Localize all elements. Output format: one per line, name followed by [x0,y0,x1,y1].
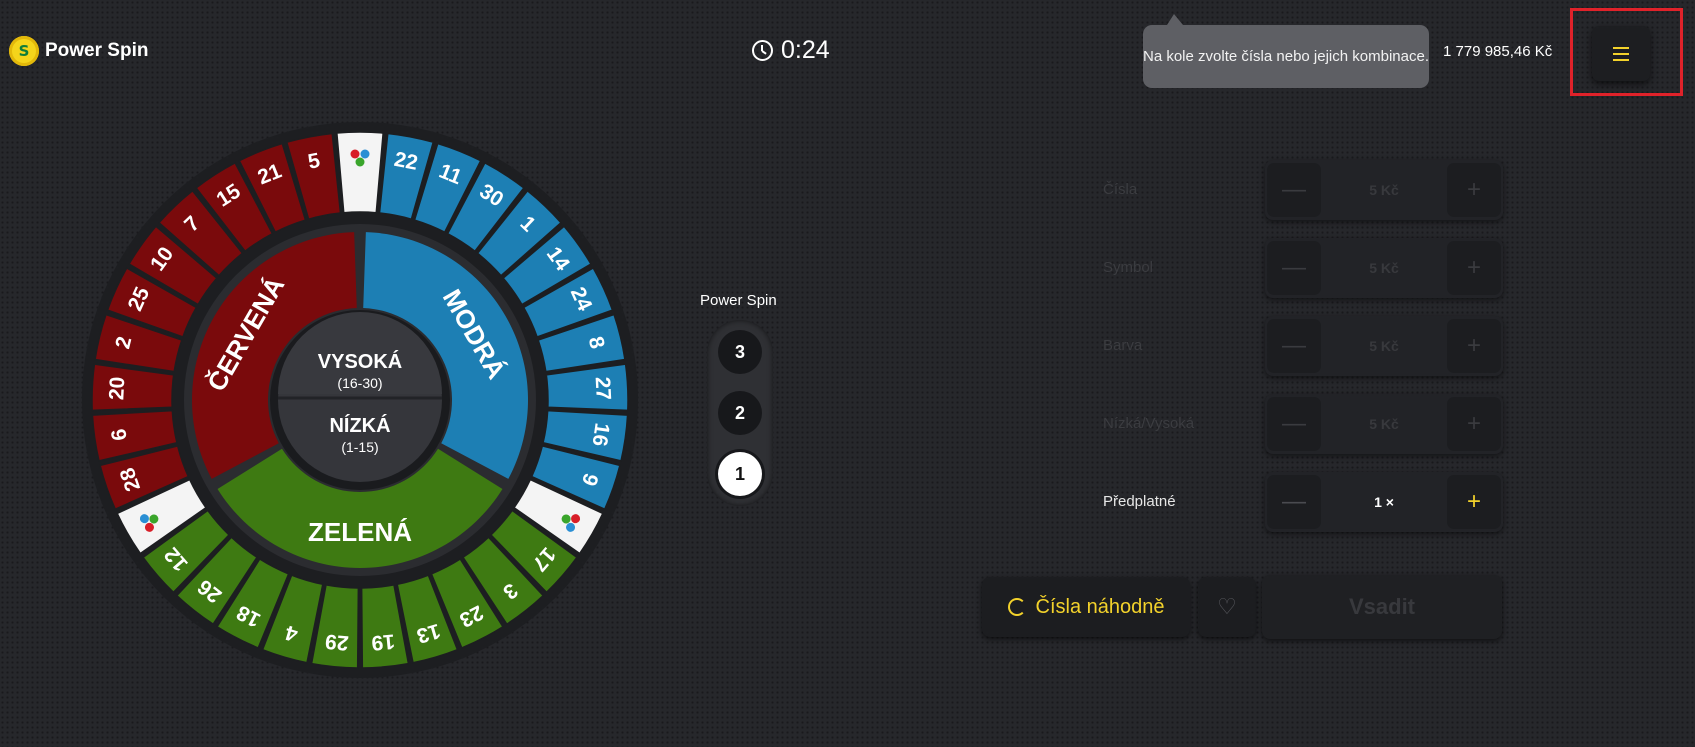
timer-value: 0:24 [781,36,830,64]
random-numbers-button[interactable]: Čísla náhodně [982,577,1190,637]
low-high-minus-button[interactable]: — [1267,397,1321,451]
low-high-plus-button[interactable]: + [1447,397,1501,451]
bet-label-numbers: Čísla [1103,181,1138,198]
color-value: 5 Kč [1369,338,1399,354]
numbers-plus-button[interactable]: + [1447,163,1501,217]
refresh-icon [1007,598,1026,616]
subscription-stepper: — 1 × + [1265,472,1503,532]
number-label: 29 [324,629,349,654]
number-label: 22 [392,148,419,175]
heart-icon: ♡ [1217,594,1237,619]
balance: 1 779 985,46 Kč [1443,43,1553,60]
numbers-minus-button[interactable]: — [1267,163,1321,217]
bet-label-subscription: Předplatné [1103,493,1176,510]
power-spin-option-3[interactable]: 3 [718,330,762,374]
favorite-button[interactable]: ♡ [1198,577,1256,637]
power-spin-option-2[interactable]: 2 [718,391,762,435]
subscription-value: 1 × [1374,494,1394,510]
symbol-stepper: — 5 Kč + [1265,238,1503,298]
bet-row-numbers: Čísla — 5 Kč + [1103,160,1503,220]
bet-label-symbol: Symbol [1103,259,1154,276]
cell-background [336,131,384,214]
place-bet-button[interactable]: Vsadit [1262,575,1502,639]
menu-button[interactable] [1592,26,1650,81]
low-label: NÍZKÁ [329,414,390,437]
symbol-cell[interactable] [336,131,384,214]
clock-icon [752,40,773,61]
subscription-minus-button[interactable]: — [1267,475,1321,529]
symbol-minus-button[interactable]: — [1267,241,1321,295]
center-hub: VYSOKÁ (16-30) NÍZKÁ (1-15) [270,310,450,490]
numbers-stepper: — 5 Kč + [1265,160,1503,220]
high-range: (16-30) [337,375,382,391]
low-high-stepper: — 5 Kč + [1265,394,1503,454]
high-label: VYSOKÁ [318,350,402,373]
power-spin-option-1[interactable]: 1 [718,452,762,496]
power-spin-logo-icon: S [9,36,39,66]
numbers-value: 5 Kč [1369,182,1399,198]
color-stepper: — 5 Kč + [1265,316,1503,376]
symbol-plus-button[interactable]: + [1447,241,1501,295]
low-high-value: 5 Kč [1369,416,1399,432]
bet-label-color: Barva [1103,337,1143,354]
app-title: Power Spin [45,40,149,61]
hamburger-menu-icon [1613,46,1629,61]
bet-row-low-high: Nízká/Vysoká — 5 Kč + [1103,394,1503,454]
color-minus-button[interactable]: — [1267,319,1321,373]
color-label-green: ZELENÁ [308,517,412,547]
bet-row-subscription: Předplatné — 1 × + [1103,472,1503,532]
random-numbers-label: Čísla náhodně [1035,595,1165,618]
bet-label-low-high: Nízká/Vysoká [1103,415,1195,432]
betting-wheel[interactable]: 22 11301142482716917323131929418261228620… [80,120,640,680]
symbol-value: 5 Kč [1369,260,1399,276]
power-spin-label: Power Spin [700,292,777,309]
bet-row-color: Barva — 5 Kč + [1103,316,1503,376]
number-label: 16 [587,421,613,447]
hint-tooltip: Na kole zvolte čísla nebo jejich kombina… [1143,14,1429,88]
number-label: 27 [591,376,615,400]
subscription-plus-button[interactable]: + [1447,475,1501,529]
number-label: 20 [105,376,129,400]
color-plus-button[interactable]: + [1447,319,1501,373]
bet-row-symbol: Symbol — 5 Kč + [1103,238,1503,298]
app-logo: S Power Spin [9,36,148,66]
number-label: 19 [370,629,395,654]
power-spin-selector: 3 2 1 [707,320,773,506]
low-range: (1-15) [341,439,378,455]
countdown-timer: 0:24 [752,36,830,65]
